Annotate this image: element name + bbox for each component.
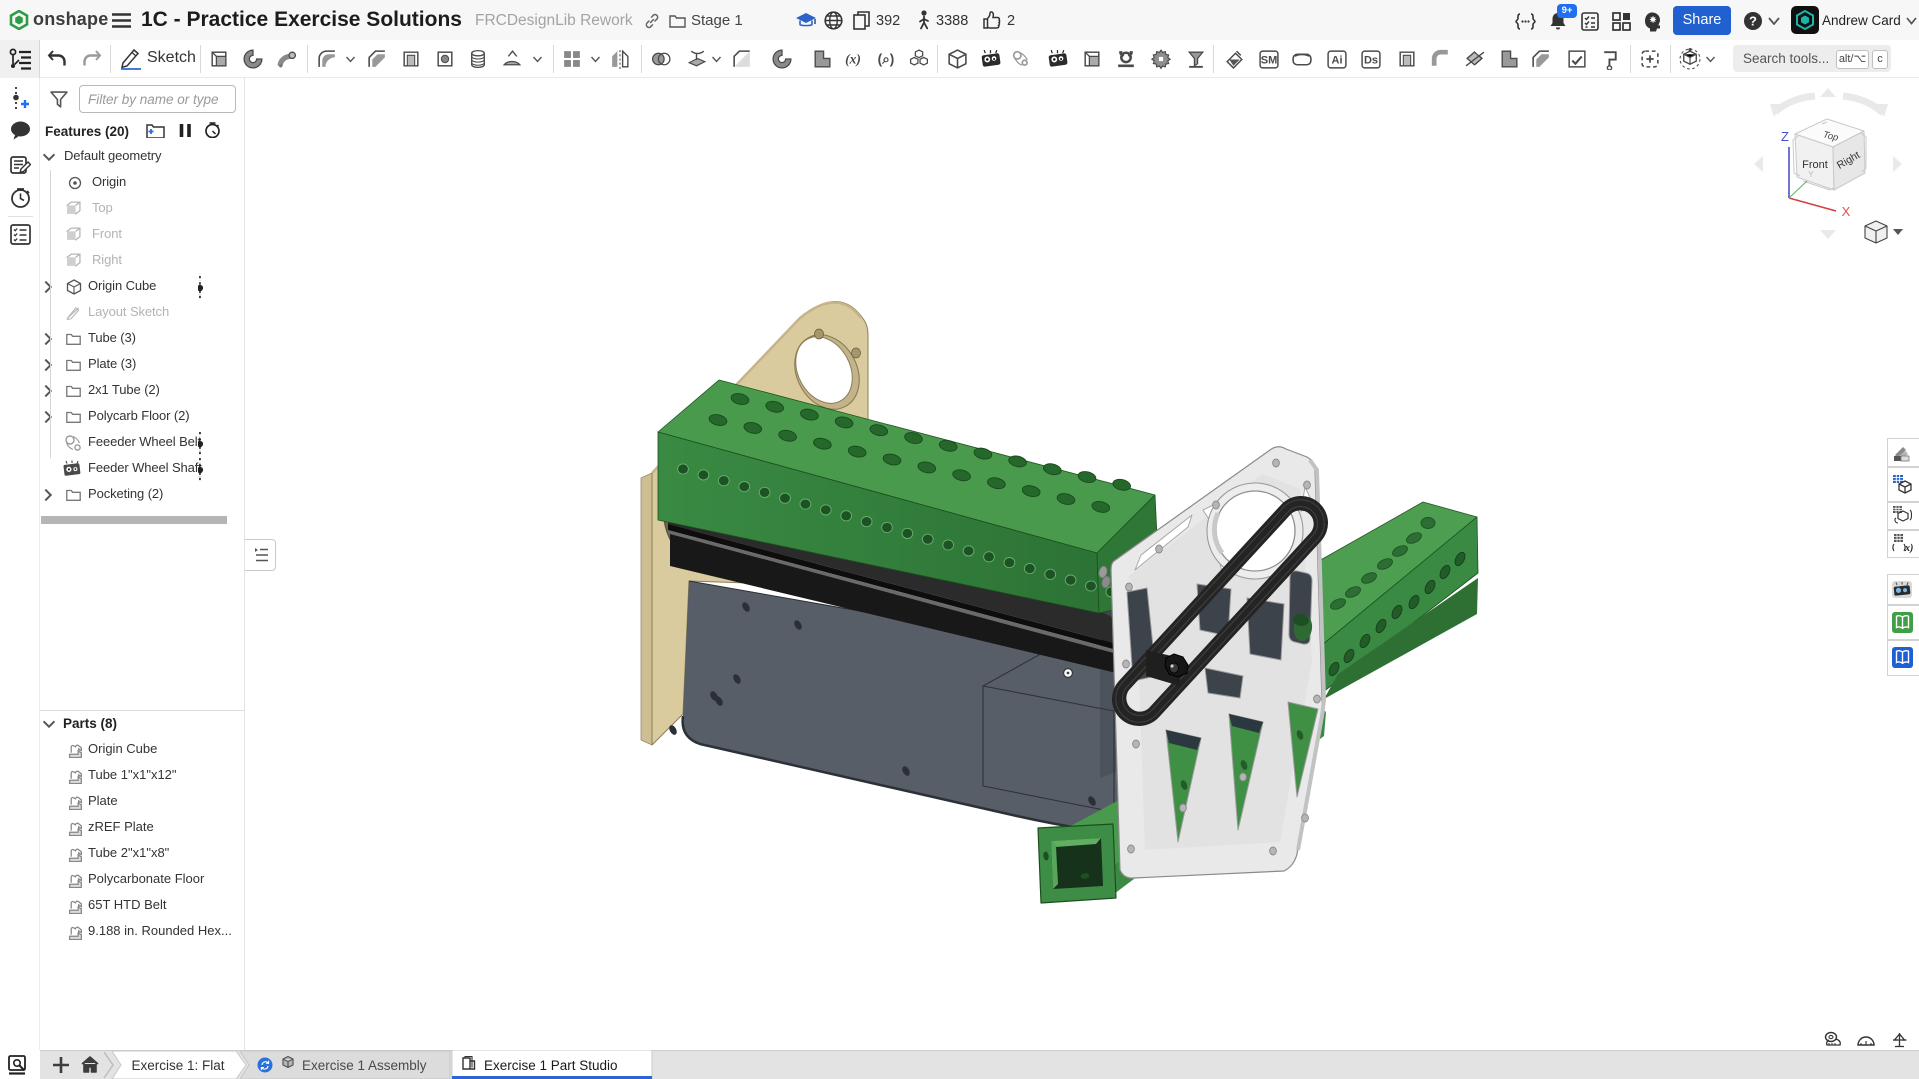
svg-text:Front: Front — [1802, 159, 1828, 171]
svg-text:Z: Z — [1781, 129, 1789, 144]
svg-text:(x): (x) — [845, 52, 861, 68]
svg-text:x): x) — [1904, 543, 1913, 554]
svg-text:Ds: Ds — [1364, 55, 1378, 67]
svg-text:SM: SM — [1261, 55, 1278, 67]
svg-text:Exercise 1 Assembly: Exercise 1 Assembly — [302, 1058, 427, 1073]
svg-text:Exercise 1 Part Studio: Exercise 1 Part Studio — [484, 1058, 618, 1073]
svg-text:Y: Y — [1808, 169, 1814, 179]
svg-text:Ai: Ai — [1332, 55, 1343, 67]
svg-text:(⌕): (⌕) — [878, 52, 895, 67]
svg-text:Exercise 1: Flat: Exercise 1: Flat — [131, 1058, 224, 1073]
svg-text:?: ? — [1749, 14, 1757, 29]
svg-text:X: X — [1842, 204, 1851, 219]
